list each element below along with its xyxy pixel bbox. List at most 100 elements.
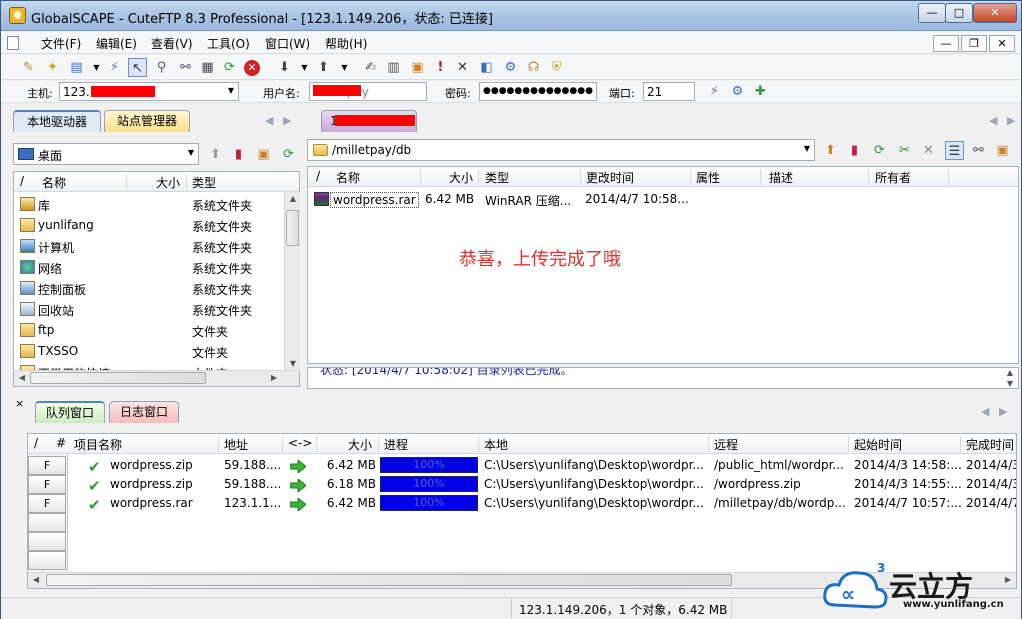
execute-icon[interactable]: !: [431, 58, 450, 77]
queue-flag-button[interactable]: [28, 532, 66, 551]
mdi-restore-button[interactable]: ❐: [961, 35, 987, 52]
host-dropdown-icon[interactable]: ▼: [228, 86, 234, 95]
disconnect-icon[interactable]: ⚲: [152, 58, 171, 77]
local-file-row[interactable]: ftp 文件夹: [14, 320, 284, 341]
quick-connect-go-icon[interactable]: ⚡: [705, 82, 724, 101]
password-input[interactable]: ●●●●●●●●●●●●●●: [479, 82, 597, 101]
local-location-dropdown-icon[interactable]: ▼: [188, 148, 194, 157]
reconnect-icon[interactable]: ⚯: [176, 58, 195, 77]
menu-file[interactable]: 文件(F): [41, 35, 81, 52]
title-bar[interactable]: GlobalSCAPE - CuteFTP 8.3 Professional -…: [1, 1, 1021, 31]
tab-site-manager[interactable]: 站点管理器: [104, 110, 190, 132]
local-file-row[interactable]: 计算机 系统文件夹: [14, 236, 284, 257]
edit-icon[interactable]: ✍: [361, 58, 380, 77]
close-button[interactable]: ✕: [973, 3, 1017, 23]
queue-col-start-time[interactable]: 起始时间: [854, 436, 902, 453]
remote-col-sort[interactable]: /: [316, 169, 320, 183]
local-col-type[interactable]: 类型: [192, 174, 216, 191]
remote-col-name[interactable]: 名称: [336, 169, 360, 186]
queue-col-size[interactable]: 大小: [348, 436, 372, 453]
local-hscroll-thumb[interactable]: [30, 372, 206, 384]
menu-edit[interactable]: 编辑(E): [96, 35, 137, 52]
log-scroll-up-icon[interactable]: ▲: [1002, 368, 1018, 377]
remote-path-input[interactable]: /milletpay/db ▼: [307, 139, 815, 161]
local-file-row[interactable]: TXSSO 文件夹: [14, 341, 284, 362]
add-site-icon[interactable]: ✚: [751, 82, 770, 101]
scroll-left-icon[interactable]: ◀: [14, 373, 30, 382]
remote-disconnect-icon[interactable]: ⚯: [969, 141, 988, 160]
scroll-right-icon[interactable]: ▶: [266, 373, 282, 382]
remote-col-divider[interactable]: [478, 169, 479, 185]
maximize-button[interactable]: □: [945, 3, 973, 23]
delete-icon[interactable]: ✕: [453, 58, 472, 77]
queue-col-progress[interactable]: 进程: [384, 436, 408, 453]
connect-icon[interactable]: ⚡: [105, 58, 124, 77]
remote-col-size[interactable]: 大小: [449, 169, 473, 186]
tab-log-window[interactable]: 日志窗口: [109, 401, 179, 423]
queue-close-icon[interactable]: ×: [15, 397, 24, 410]
queue-col-remote[interactable]: 远程: [714, 436, 738, 453]
local-file-row[interactable]: 回收站 系统文件夹: [14, 299, 284, 320]
remote-bookmark-icon[interactable]: ▮: [845, 141, 864, 160]
local-horizontal-scrollbar[interactable]: ◀ ▶: [14, 370, 299, 386]
remote-path-dropdown-icon[interactable]: ▼: [804, 144, 810, 153]
queue-col-local[interactable]: 本地: [484, 436, 508, 453]
open-icon[interactable]: ✎: [19, 58, 38, 77]
queue-col-divider[interactable]: [378, 436, 379, 452]
remote-file-row[interactable]: wordpress.rar 6.42 MB WinRAR 压缩... 2014/…: [308, 189, 1018, 210]
queue-col-divider[interactable]: [282, 436, 283, 452]
download-icon[interactable]: ⬇: [275, 58, 294, 77]
print-icon[interactable]: ▦: [198, 58, 217, 77]
new-site-icon[interactable]: ▤: [67, 58, 86, 77]
queue-flag-button[interactable]: F: [28, 456, 66, 475]
queue-col-divider[interactable]: [708, 436, 709, 452]
local-col-divider[interactable]: [126, 174, 127, 190]
remote-col-divider[interactable]: [690, 169, 691, 185]
queue-row[interactable]: ✔ wordpress.rar 123.1.1... 6.42 MB C:\Users\…: [68, 495, 1016, 516]
remote-filter-icon[interactable]: ✂: [895, 141, 914, 160]
menu-window[interactable]: 窗口(W): [265, 35, 310, 52]
remote-delete-icon[interactable]: ✕: [919, 141, 938, 160]
remote-new-folder-icon[interactable]: ▣: [993, 141, 1012, 160]
tab-queue-window[interactable]: 队列窗口: [35, 401, 105, 423]
refresh-icon[interactable]: ⟳: [220, 58, 239, 77]
remote-col-divider[interactable]: [580, 169, 581, 185]
menu-tools[interactable]: 工具(O): [207, 35, 250, 52]
scroll-up-icon[interactable]: ▲: [285, 194, 301, 203]
tab-prev-icon[interactable]: ◀: [265, 114, 273, 127]
new-folder-icon[interactable]: ▣: [408, 58, 427, 77]
queue-tab-prev-icon[interactable]: ◀: [981, 405, 989, 418]
remote-col-attributes[interactable]: 属性: [696, 169, 720, 186]
queue-col-address[interactable]: 地址: [224, 436, 248, 453]
quick-connect-icon[interactable]: ↖: [128, 58, 147, 77]
remote-tab-prev-icon[interactable]: ◀: [989, 114, 997, 127]
local-col-sort[interactable]: /: [20, 174, 24, 188]
remote-col-divider[interactable]: [868, 169, 869, 185]
tab-local-drives[interactable]: 本地驱动器: [13, 110, 101, 132]
properties-icon[interactable]: ◧: [477, 58, 496, 77]
queue-flag-button[interactable]: [28, 513, 66, 532]
menu-view[interactable]: 查看(V): [151, 35, 193, 52]
remote-refresh-icon[interactable]: ⟳: [870, 141, 889, 160]
local-new-folder-icon[interactable]: ▣: [254, 145, 273, 164]
remote-col-divider[interactable]: [760, 169, 761, 185]
download-dropdown-icon[interactable]: ▼: [295, 58, 314, 77]
local-file-pane[interactable]: / 名称 大小 类型 库系统文件夹 yunlifang 系统文件夹 计算机 系统文件夹网…: [13, 171, 300, 387]
queue-col-divider[interactable]: [960, 436, 961, 452]
remote-col-modified[interactable]: 更改时间: [586, 169, 634, 186]
queue-flag-button[interactable]: [28, 551, 66, 570]
queue-row[interactable]: ✔ wordpress.zip 59.188.... 6.18 MB C:\Users\…: [68, 476, 1016, 497]
remote-tab-next-icon[interactable]: ▶: [1007, 114, 1015, 127]
log-scroll-down-icon[interactable]: ▼: [1002, 379, 1018, 388]
local-bookmark-icon[interactable]: ▮: [229, 145, 248, 164]
local-col-divider[interactable]: [186, 174, 187, 190]
queue-col-divider[interactable]: [478, 436, 479, 452]
view-icon[interactable]: ▥: [384, 58, 403, 77]
security-icon[interactable]: ⛨: [547, 58, 566, 77]
connection-settings-icon[interactable]: ⚙: [728, 82, 747, 101]
remote-col-type[interactable]: 类型: [485, 169, 509, 186]
new-site-dropdown-icon[interactable]: ▼: [87, 58, 106, 77]
queue-col-sort[interactable]: /: [34, 436, 38, 450]
settings-icon[interactable]: ⚙: [501, 58, 520, 77]
remote-col-description[interactable]: 描述: [769, 169, 793, 186]
